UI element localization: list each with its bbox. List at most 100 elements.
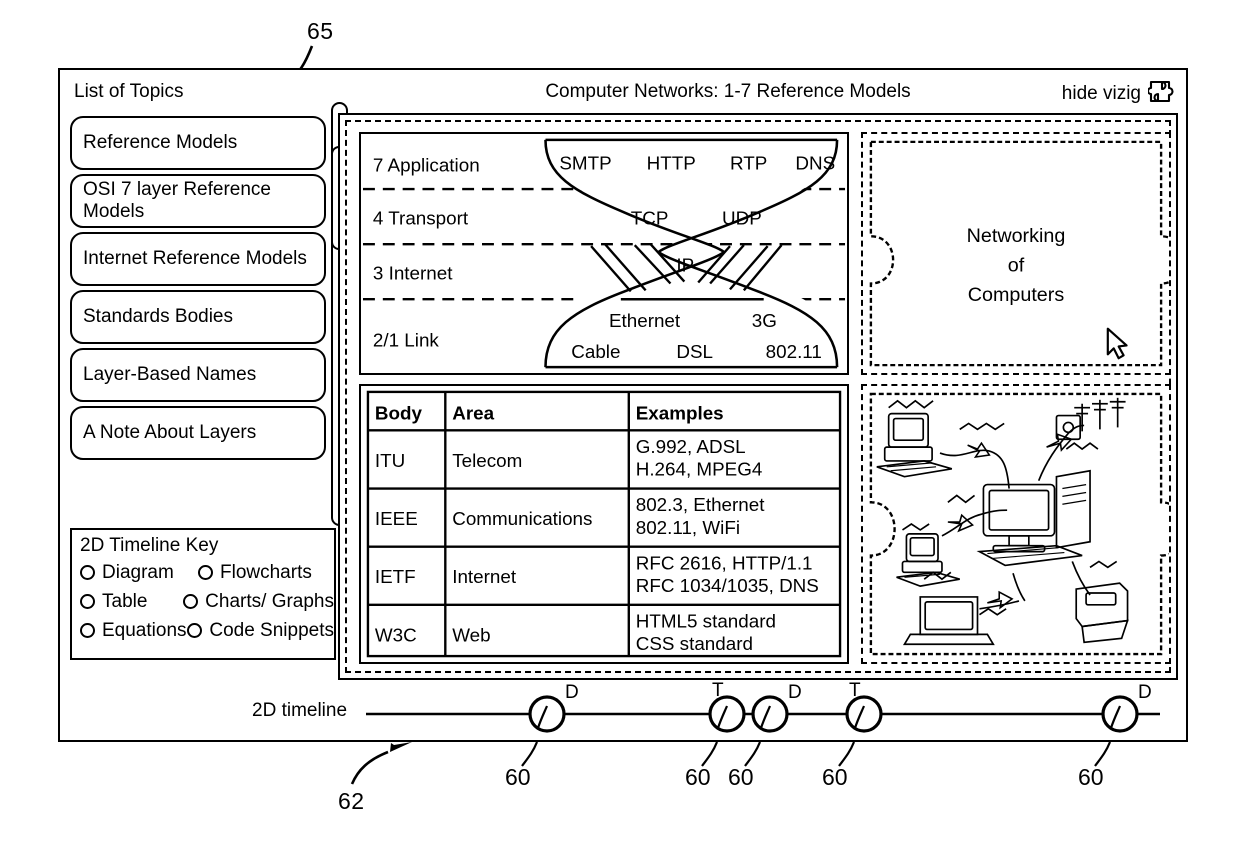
svg-text:RFC 1034/1035, DNS: RFC 1034/1035, DNS — [636, 575, 819, 596]
svg-text:RTP: RTP — [730, 152, 767, 173]
sidebar-item-label: OSI 7 layer Reference Models — [83, 179, 271, 222]
svg-text:802.3, Ethernet: 802.3, Ethernet — [636, 494, 766, 515]
application-window: List of Topics Computer Networks: 1-7 Re… — [58, 68, 1188, 742]
radio-circle-icon — [187, 623, 203, 638]
svg-text:TCP: TCP — [631, 208, 669, 229]
timeline-key-item-equations[interactable]: Equations — [80, 620, 187, 642]
sidebar-item-label: Standards Bodies — [83, 306, 233, 327]
radio-circle-icon — [80, 623, 95, 638]
timeline-key-label: Flowcharts — [220, 561, 312, 583]
timeline-key-row: Equations Code Snippets — [80, 616, 334, 645]
timeline-key-row: Diagram Flowcharts — [80, 558, 334, 587]
svg-text:HTML5 standard: HTML5 standard — [636, 611, 776, 632]
svg-text:Telecom: Telecom — [452, 450, 522, 471]
sidebar-item-layer-based-names[interactable]: Layer-Based Names — [70, 348, 326, 402]
svg-text:SMTP: SMTP — [559, 152, 611, 173]
timeline-key-item-table[interactable]: Table — [80, 591, 183, 613]
panel-standards-bodies-table[interactable]: Body Area Examples ITU Telecom G.992, AD… — [359, 384, 849, 664]
sidebar-item-label: Internet Reference Models — [83, 248, 307, 269]
timeline-key-item-flowcharts[interactable]: Flowcharts — [198, 562, 312, 584]
sidebar-topic-list: Reference Models OSI 7 layer Reference M… — [70, 116, 326, 464]
sidebar-title: List of Topics — [74, 81, 184, 102]
sidebar-item-osi-7-layer-reference-models[interactable]: OSI 7 layer Reference Models — [70, 174, 326, 228]
panel-networking-of-computers[interactable]: Networking of Computers — [861, 132, 1171, 375]
svg-text:DSL: DSL — [676, 341, 713, 362]
panel-network-illustration[interactable] — [861, 384, 1171, 664]
content-area: 7 Application 4 Transport 3 Internet 2/1… — [338, 113, 1178, 680]
sidebar-item-standards-bodies[interactable]: Standards Bodies — [70, 290, 326, 344]
sidebar-item-internet-reference-models[interactable]: Internet Reference Models — [70, 232, 326, 286]
timeline-marker-type-2: T — [712, 680, 724, 701]
timeline-callout-60-4: 60 — [822, 764, 848, 790]
hide-vizig-button[interactable]: hide vizig — [1062, 79, 1174, 109]
svg-text:IEEE: IEEE — [375, 508, 418, 529]
svg-text:3G: 3G — [752, 310, 777, 331]
svg-text:of: of — [1008, 255, 1025, 277]
svg-text:H.264, MPEG4: H.264, MPEG4 — [636, 459, 763, 480]
timeline-key-title: 2D Timeline Key — [80, 535, 219, 556]
svg-text:Computers: Computers — [968, 284, 1065, 306]
svg-text:4 Transport: 4 Transport — [373, 208, 469, 229]
svg-text:802.11, WiFi: 802.11, WiFi — [636, 517, 740, 538]
reference-number-65: 65 — [307, 18, 334, 44]
svg-text:Body: Body — [375, 403, 423, 424]
svg-text:3 Internet: 3 Internet — [373, 263, 453, 284]
timeline-track[interactable] — [60, 686, 1186, 742]
timeline-callout-60-1: 60 — [505, 764, 531, 790]
timeline-marker-type-5: D — [1138, 682, 1152, 703]
timeline-key-label: Diagram — [102, 561, 174, 583]
reference-number-62: 62 — [338, 788, 365, 814]
timeline-key-label: Equations — [102, 619, 187, 641]
svg-text:7 Application: 7 Application — [373, 154, 480, 175]
radio-circle-icon — [80, 565, 95, 580]
svg-text:RFC 2616, HTTP/1.1: RFC 2616, HTTP/1.1 — [636, 552, 813, 573]
svg-text:W3C: W3C — [375, 624, 417, 645]
svg-text:DNS: DNS — [795, 152, 835, 173]
timeline-key-label: Table — [102, 590, 148, 612]
timeline-key-item-code-snippets[interactable]: Code Snippets — [187, 620, 334, 642]
puzzle-piece-icon — [1147, 79, 1174, 109]
panel-protocol-hourglass-diagram[interactable]: 7 Application 4 Transport 3 Internet 2/1… — [359, 132, 849, 375]
svg-text:2/1 Link: 2/1 Link — [373, 330, 440, 351]
hide-vizig-label: hide vizig — [1061, 83, 1141, 104]
sidebar-item-a-note-about-layers[interactable]: A Note About Layers — [70, 406, 326, 460]
radio-circle-icon — [198, 565, 213, 580]
timeline-callout-60-3: 60 — [728, 764, 754, 790]
sidebar-item-label: A Note About Layers — [83, 422, 257, 443]
timeline-key-label: Charts/ Graphs — [205, 590, 334, 612]
svg-text:G.992, ADSL: G.992, ADSL — [636, 436, 746, 457]
svg-text:IP: IP — [676, 255, 694, 276]
svg-text:ITU: ITU — [375, 450, 405, 471]
radio-circle-icon — [80, 594, 95, 609]
svg-text:Examples: Examples — [636, 403, 724, 424]
timeline-marker-type-1: D — [565, 682, 579, 703]
sidebar-item-label: Layer-Based Names — [83, 364, 257, 385]
svg-text:Cable: Cable — [571, 341, 620, 362]
radio-circle-icon — [183, 594, 199, 609]
svg-text:IETF: IETF — [375, 566, 416, 587]
timeline-key-label: Code Snippets — [209, 619, 334, 641]
timeline-callout-60-5: 60 — [1078, 764, 1104, 790]
timeline-callout-60-2: 60 — [685, 764, 711, 790]
sidebar-item-label: Reference Models — [83, 132, 238, 153]
svg-text:Networking: Networking — [967, 225, 1066, 247]
svg-text:Area: Area — [452, 403, 494, 424]
svg-text:UDP: UDP — [722, 208, 762, 229]
svg-text:Internet: Internet — [452, 566, 517, 587]
svg-text:CSS standard: CSS standard — [636, 633, 753, 654]
timeline-key-item-charts-graphs[interactable]: Charts/ Graphs — [183, 591, 334, 613]
timeline-key-row: Table Charts/ Graphs — [80, 587, 334, 616]
svg-text:802.11: 802.11 — [766, 341, 822, 362]
svg-text:HTTP: HTTP — [647, 152, 696, 173]
svg-text:Communications: Communications — [452, 508, 592, 529]
timeline-marker-type-3: D — [788, 682, 802, 703]
content-dashed-frame: 7 Application 4 Transport 3 Internet 2/1… — [345, 120, 1171, 673]
timeline-key-item-diagram[interactable]: Diagram — [80, 562, 198, 584]
page-title: Computer Networks: 1-7 Reference Models — [545, 81, 911, 102]
header-bar: List of Topics Computer Networks: 1-7 Re… — [60, 70, 1186, 116]
svg-text:Web: Web — [452, 624, 490, 645]
timeline-key-box: 2D Timeline Key Diagram Flowcharts Table… — [70, 528, 336, 660]
sidebar-item-reference-models[interactable]: Reference Models — [70, 116, 326, 170]
timeline-marker-type-4: T — [849, 680, 861, 701]
svg-text:Ethernet: Ethernet — [609, 310, 681, 331]
